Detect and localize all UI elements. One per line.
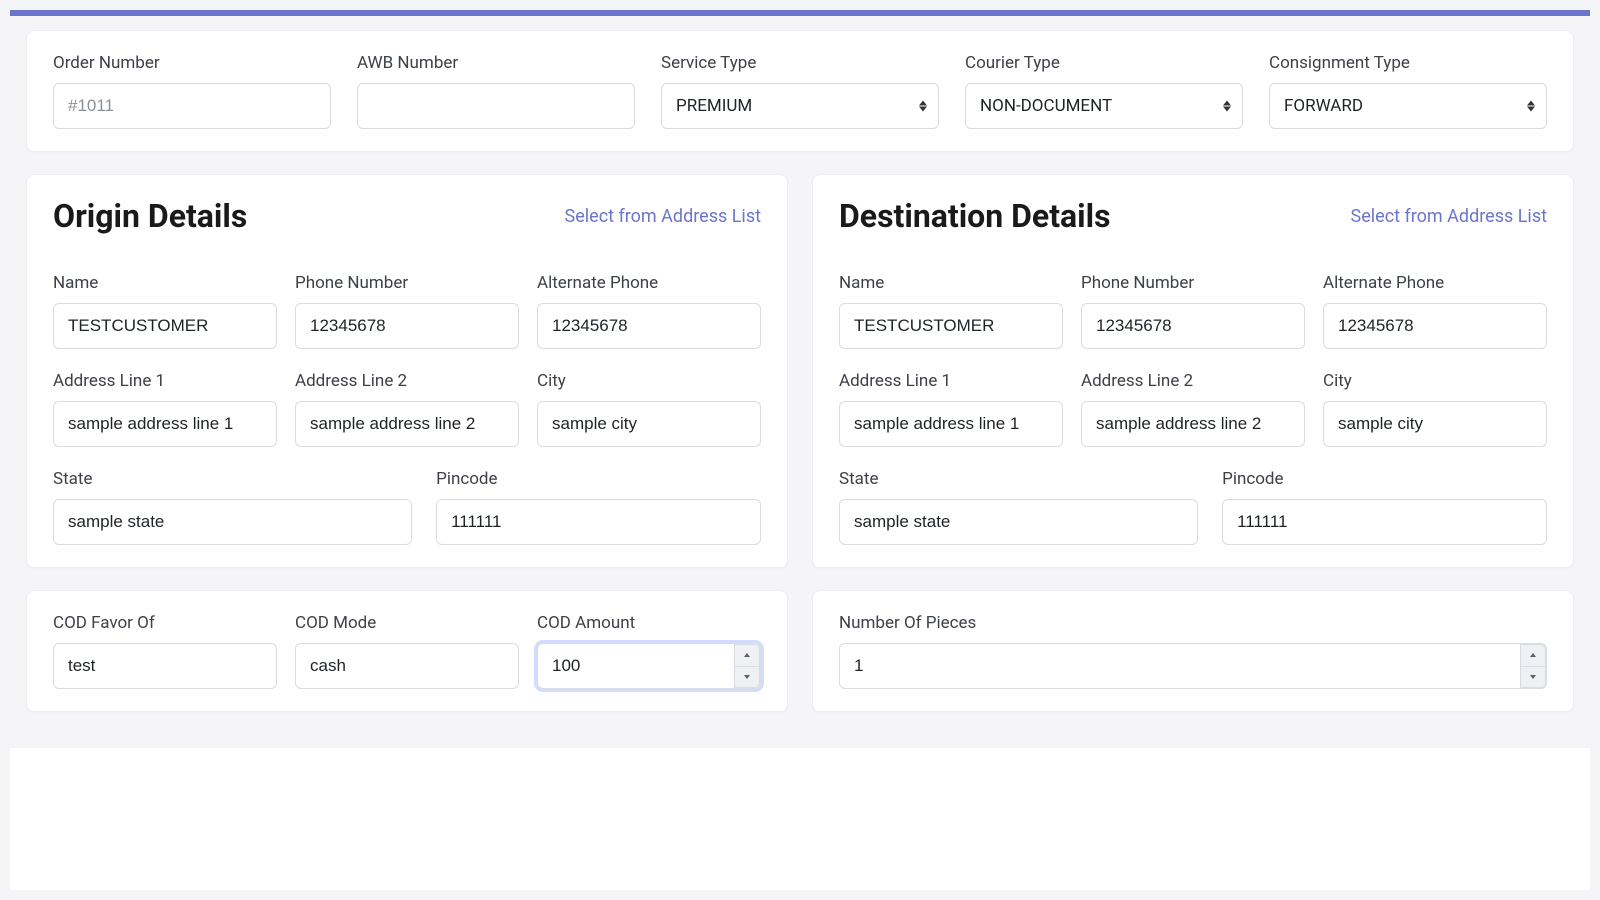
origin-title: Origin Details bbox=[53, 197, 247, 235]
awb-number-input[interactable] bbox=[357, 83, 635, 129]
service-type-label: Service Type bbox=[661, 53, 939, 73]
dest-state-input[interactable] bbox=[839, 499, 1198, 545]
pieces-input[interactable] bbox=[839, 643, 1547, 689]
order-number-label: Order Number bbox=[53, 53, 331, 73]
dest-addr2-input[interactable] bbox=[1081, 401, 1305, 447]
cod-amount-input[interactable] bbox=[537, 643, 761, 689]
pieces-step-up[interactable] bbox=[1520, 644, 1546, 666]
service-type-value: PREMIUM bbox=[676, 96, 752, 116]
dest-name-label: Name bbox=[839, 273, 1063, 293]
courier-type-value: NON-DOCUMENT bbox=[980, 96, 1112, 116]
courier-type-label: Courier Type bbox=[965, 53, 1243, 73]
origin-pincode-label: Pincode bbox=[436, 469, 761, 489]
page-container: Order Number AWB Number Service Type PRE… bbox=[0, 16, 1600, 890]
cod-mode-input[interactable] bbox=[295, 643, 519, 689]
courier-type-field: Courier Type NON-DOCUMENT bbox=[965, 53, 1243, 129]
origin-details-card: Origin Details Select from Address List … bbox=[26, 174, 788, 568]
service-type-select[interactable]: PREMIUM bbox=[661, 83, 939, 129]
dest-phone-label: Phone Number bbox=[1081, 273, 1305, 293]
dest-addr2-label: Address Line 2 bbox=[1081, 371, 1305, 391]
order-header-card: Order Number AWB Number Service Type PRE… bbox=[26, 30, 1574, 152]
origin-state-label: State bbox=[53, 469, 412, 489]
awb-number-field: AWB Number bbox=[357, 53, 635, 129]
destination-title: Destination Details bbox=[839, 197, 1111, 235]
pieces-step-down[interactable] bbox=[1520, 666, 1546, 689]
cod-mode-label: COD Mode bbox=[295, 613, 519, 633]
pieces-label: Number Of Pieces bbox=[839, 613, 1547, 633]
cod-favor-label: COD Favor Of bbox=[53, 613, 277, 633]
app-topbar bbox=[0, 0, 1600, 16]
destination-details-card: Destination Details Select from Address … bbox=[812, 174, 1574, 568]
dest-addr1-label: Address Line 1 bbox=[839, 371, 1063, 391]
pieces-card: Number Of Pieces bbox=[812, 590, 1574, 712]
dest-city-label: City bbox=[1323, 371, 1547, 391]
service-type-field: Service Type PREMIUM bbox=[661, 53, 939, 129]
origin-city-label: City bbox=[537, 371, 761, 391]
consignment-type-value: FORWARD bbox=[1284, 96, 1363, 116]
cod-amount-label: COD Amount bbox=[537, 613, 761, 633]
dest-pincode-input[interactable] bbox=[1222, 499, 1547, 545]
origin-addr1-label: Address Line 1 bbox=[53, 371, 277, 391]
consignment-type-field: Consignment Type FORWARD bbox=[1269, 53, 1547, 129]
cod-amount-step-up[interactable] bbox=[734, 644, 760, 666]
origin-phone-label: Phone Number bbox=[295, 273, 519, 293]
dest-addr1-input[interactable] bbox=[839, 401, 1063, 447]
origin-addr1-input[interactable] bbox=[53, 401, 277, 447]
dest-alt-phone-label: Alternate Phone bbox=[1323, 273, 1547, 293]
cod-card: COD Favor Of COD Mode COD Amount bbox=[26, 590, 788, 712]
origin-alt-phone-input[interactable] bbox=[537, 303, 761, 349]
origin-state-input[interactable] bbox=[53, 499, 412, 545]
cod-favor-input[interactable] bbox=[53, 643, 277, 689]
origin-name-input[interactable] bbox=[53, 303, 277, 349]
dest-alt-phone-input[interactable] bbox=[1323, 303, 1547, 349]
origin-pincode-input[interactable] bbox=[436, 499, 761, 545]
origin-addr2-label: Address Line 2 bbox=[295, 371, 519, 391]
origin-addr2-input[interactable] bbox=[295, 401, 519, 447]
origin-alt-phone-label: Alternate Phone bbox=[537, 273, 761, 293]
destination-address-list-link[interactable]: Select from Address List bbox=[1351, 206, 1547, 227]
dest-state-label: State bbox=[839, 469, 1198, 489]
origin-name-label: Name bbox=[53, 273, 277, 293]
consignment-type-select[interactable]: FORWARD bbox=[1269, 83, 1547, 129]
dest-name-input[interactable] bbox=[839, 303, 1063, 349]
dest-city-input[interactable] bbox=[1323, 401, 1547, 447]
dest-phone-input[interactable] bbox=[1081, 303, 1305, 349]
cod-amount-step-down[interactable] bbox=[734, 666, 760, 689]
order-number-field: Order Number bbox=[53, 53, 331, 129]
origin-address-list-link[interactable]: Select from Address List bbox=[565, 206, 761, 227]
origin-phone-input[interactable] bbox=[295, 303, 519, 349]
courier-type-select[interactable]: NON-DOCUMENT bbox=[965, 83, 1243, 129]
dest-pincode-label: Pincode bbox=[1222, 469, 1547, 489]
origin-city-input[interactable] bbox=[537, 401, 761, 447]
consignment-type-label: Consignment Type bbox=[1269, 53, 1547, 73]
awb-number-label: AWB Number bbox=[357, 53, 635, 73]
order-number-input[interactable] bbox=[53, 83, 331, 129]
